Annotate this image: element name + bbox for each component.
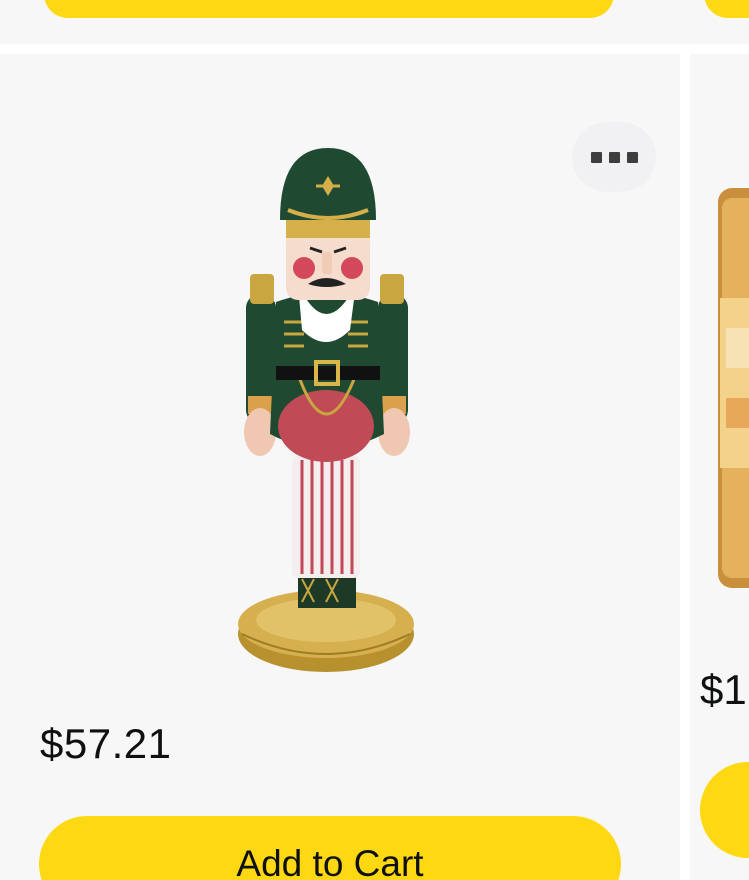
more-options-icon [590, 151, 638, 163]
add-to-cart-button[interactable]: Add to Cart [39, 816, 621, 880]
next-product-image[interactable] [716, 178, 749, 598]
previous-add-to-cart-button[interactable] [44, 0, 614, 18]
next-product-card[interactable]: $1 [690, 54, 749, 880]
row-divider [0, 44, 749, 54]
next-product-price: $1 [700, 666, 747, 713]
product-carousel: $57.21 Add to Cart $1 [0, 0, 749, 880]
product-card[interactable]: $57.21 Add to Cart [0, 54, 680, 880]
more-options-button[interactable] [572, 122, 656, 192]
previous-side-button[interactable] [704, 0, 749, 18]
product-image[interactable] [180, 134, 480, 694]
previous-row [0, 0, 749, 44]
product-price: $57.21 [40, 720, 172, 767]
next-add-to-cart-button[interactable] [700, 762, 749, 858]
